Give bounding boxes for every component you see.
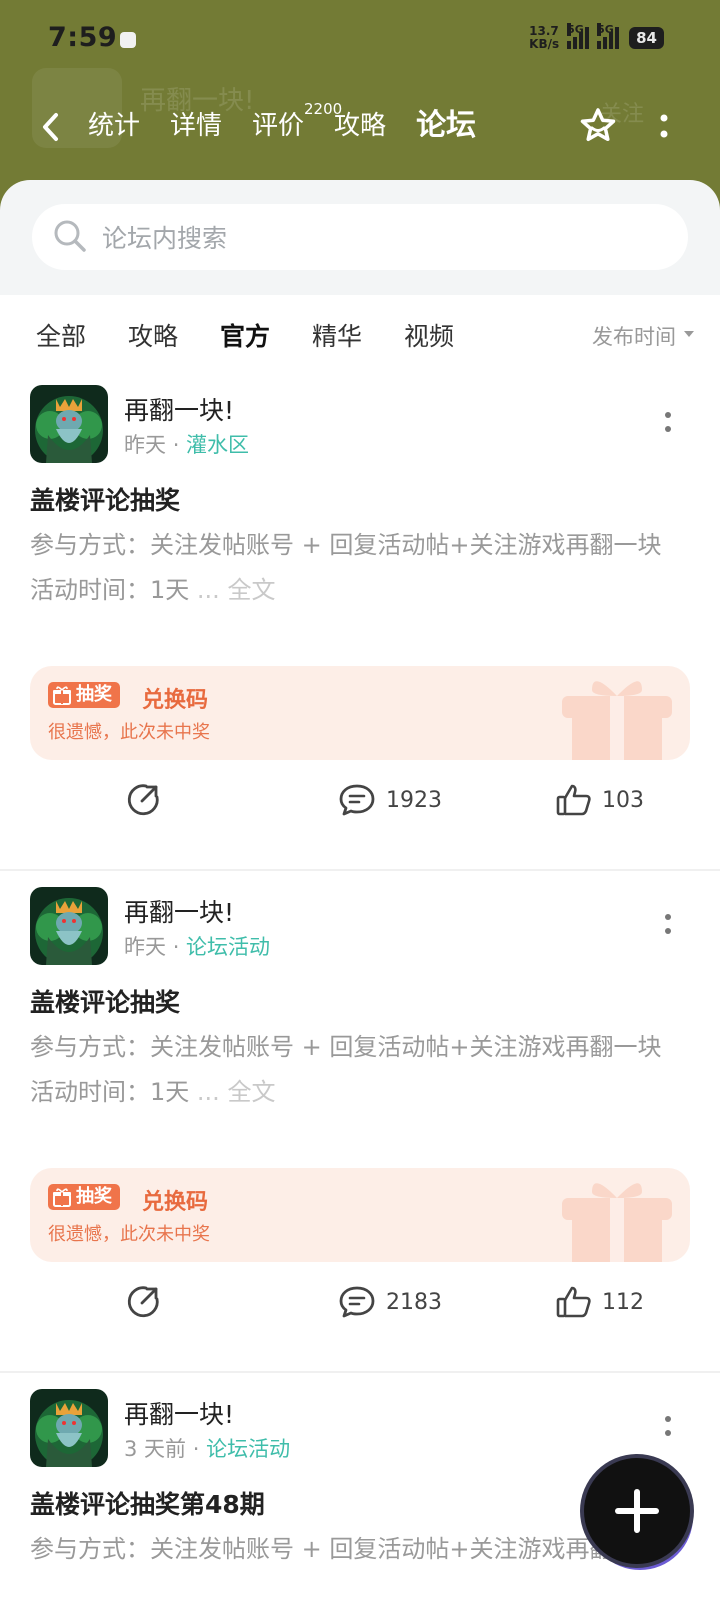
ellipsis: ... [196, 576, 220, 604]
post-title[interactable]: 盖楼评论抽奖 [30, 983, 180, 1019]
tab-forum[interactable]: 论坛 [414, 106, 479, 150]
filter-featured[interactable]: 精华 [312, 317, 362, 353]
caret-down-icon[interactable] [684, 331, 694, 337]
gift-icon [562, 681, 672, 760]
divider [0, 1371, 720, 1373]
status-indicators: 13.7 KB/s 5G 5G 84 [529, 22, 664, 54]
lottery-card[interactable]: 抽奖 兑换码 很遗憾，此次未中奖 [30, 666, 690, 760]
read-more-link[interactable]: 全文 [227, 1078, 275, 1106]
comment-button[interactable]: 1923 [338, 783, 442, 817]
read-more-link[interactable]: 全文 [227, 576, 275, 604]
meta-separator: · [172, 935, 187, 959]
filter-bar: 全部 攻略 官方 精华 视频 发布时间 [0, 295, 720, 371]
like-button[interactable]: 112 [556, 1285, 644, 1319]
more-vertical-icon[interactable] [660, 114, 668, 140]
game-avatar[interactable] [30, 385, 108, 463]
filter-videos[interactable]: 视频 [404, 317, 454, 353]
game-avatar[interactable] [30, 1389, 108, 1467]
post-excerpt[interactable]: 参与方式：关注发帖账号 + 回复活动帖+关注游戏再翻一块 活动时间：1天 ...… [30, 1025, 690, 1115]
tab-details[interactable]: 详情 [170, 106, 222, 146]
post-title[interactable]: 盖楼评论抽奖 [30, 481, 180, 517]
lottery-prize: 兑换码 [142, 688, 209, 713]
lottery-status: 很遗憾，此次未中奖 [48, 722, 210, 743]
post-meta: 昨天 · 灌水区 [124, 429, 249, 459]
create-post-button[interactable] [584, 1458, 690, 1564]
post-actions: 1923 103 [0, 771, 720, 831]
gift-icon [53, 686, 71, 705]
plus-icon [615, 1489, 659, 1533]
post-author[interactable]: 再翻一块! [124, 1395, 234, 1431]
battery-indicator: 84 [629, 27, 664, 49]
more-vertical-icon[interactable] [664, 1415, 672, 1439]
post-category[interactable]: 灌水区 [186, 433, 249, 457]
comment-button[interactable]: 2183 [338, 1285, 442, 1319]
gift-icon [53, 1188, 71, 1207]
share-icon [127, 784, 159, 816]
notification-icon [120, 32, 136, 48]
meta-separator: · [172, 433, 187, 457]
post-meta: 3 天前 · 论坛活动 [124, 1433, 290, 1463]
gift-icon [562, 1183, 672, 1262]
tab-reviews[interactable]: 评价 [252, 106, 304, 146]
back-arrow-icon[interactable] [40, 112, 62, 142]
post-author[interactable]: 再翻一块! [124, 391, 234, 427]
more-vertical-icon[interactable] [664, 411, 672, 435]
search-input[interactable] [100, 222, 664, 254]
lottery-tag: 抽奖 [48, 1184, 120, 1210]
ellipsis: ... [196, 1078, 220, 1106]
lottery-status: 很遗憾，此次未中奖 [48, 1224, 210, 1245]
filter-guides[interactable]: 攻略 [128, 317, 178, 353]
thumbs-up-icon [556, 1286, 591, 1318]
post-card[interactable]: 再翻一块! 昨天 · 论坛活动 盖楼评论抽奖 参与方式：关注发帖账号 + 回复活… [0, 873, 720, 1373]
comment-count: 2183 [386, 1289, 442, 1315]
comment-icon [339, 784, 375, 816]
share-icon [127, 1286, 159, 1318]
net-speed: 13.7 KB/s [529, 24, 560, 51]
thumbs-up-icon [556, 784, 591, 816]
divider [0, 869, 720, 871]
post-category[interactable]: 论坛活动 [186, 935, 270, 959]
more-vertical-icon[interactable] [664, 913, 672, 937]
sort-selector[interactable]: 发布时间 [592, 321, 676, 351]
game-avatar[interactable] [30, 887, 108, 965]
post-actions: 2183 112 [0, 1273, 720, 1333]
comment-icon [339, 1286, 375, 1318]
tab-stats[interactable]: 统计 [88, 106, 140, 146]
post-author[interactable]: 再翻一块! [124, 893, 234, 929]
post-time: 昨天 [124, 433, 166, 457]
review-count-badge: 2200 [304, 100, 343, 118]
post-title[interactable]: 盖楼评论抽奖第48期 [30, 1485, 265, 1521]
like-count: 112 [602, 1289, 644, 1315]
like-button[interactable]: 103 [556, 783, 644, 817]
comment-count: 1923 [386, 787, 442, 813]
top-tabs: 统计 详情 评价 攻略 论坛 [88, 106, 479, 150]
post-category[interactable]: 论坛活动 [206, 1437, 290, 1461]
share-button[interactable] [126, 783, 160, 817]
share-button[interactable] [126, 1285, 160, 1319]
post-time: 昨天 [124, 935, 166, 959]
like-count: 103 [602, 787, 644, 813]
star-icon[interactable] [578, 106, 618, 146]
signal-icon: 5G [567, 23, 590, 49]
signal-icon: 5G [597, 23, 620, 49]
post-meta: 昨天 · 论坛活动 [124, 931, 270, 961]
post-time: 3 天前 [124, 1437, 187, 1461]
lottery-tag: 抽奖 [48, 682, 120, 708]
filter-official[interactable]: 官方 [220, 317, 270, 355]
meta-separator: · [192, 1437, 207, 1461]
status-time: 7:59 [48, 22, 118, 53]
filter-all[interactable]: 全部 [36, 317, 86, 353]
lottery-prize: 兑换码 [142, 1190, 209, 1215]
lottery-card[interactable]: 抽奖 兑换码 很遗憾，此次未中奖 [30, 1168, 690, 1262]
post-card[interactable]: 再翻一块! 昨天 · 灌水区 盖楼评论抽奖 参与方式：关注发帖账号 + 回复活动… [0, 371, 720, 871]
post-excerpt[interactable]: 参与方式：关注发帖账号 + 回复活动帖+关注游戏再翻一块 活动时间：1天 ...… [30, 523, 690, 613]
search-icon [54, 220, 86, 252]
